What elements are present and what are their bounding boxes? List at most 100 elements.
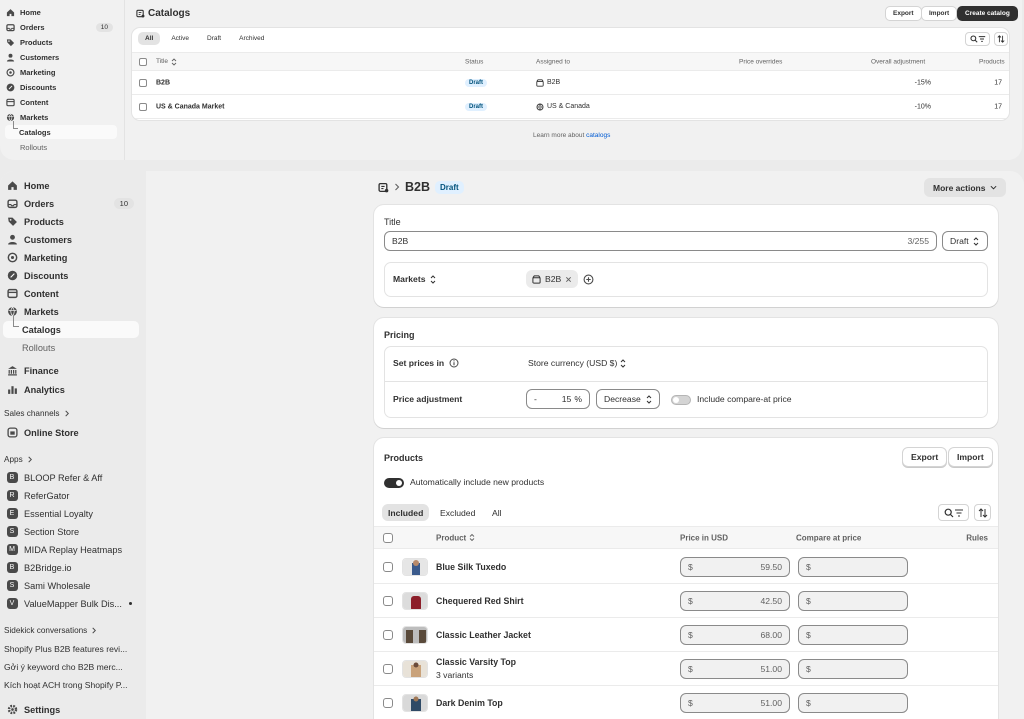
sidebar-app-refergator[interactable]: R ReferGator bbox=[3, 487, 139, 504]
sidekick-conversation[interactable]: Shopify Plus B2B features revi... bbox=[4, 644, 140, 654]
more-actions-button[interactable]: More actions bbox=[924, 178, 1007, 197]
title-input[interactable]: B2B 3/255 bbox=[384, 231, 937, 251]
compare-at-input[interactable]: $ bbox=[798, 557, 908, 577]
top-nav-customers[interactable]: Customers bbox=[5, 50, 117, 64]
price-input[interactable]: $ 51.00 bbox=[680, 693, 790, 713]
add-circle-icon[interactable] bbox=[583, 274, 594, 285]
sidebar-app-bloop[interactable]: B BLOOP Refer & Aff bbox=[3, 469, 139, 486]
top-nav-markets[interactable]: Markets bbox=[5, 110, 117, 124]
export-button[interactable]: Export bbox=[885, 6, 922, 21]
create-catalog-button[interactable]: Create catalog bbox=[957, 6, 1018, 21]
sidebar-item-markets[interactable]: Markets bbox=[3, 303, 139, 320]
select-all-checkbox[interactable] bbox=[139, 57, 147, 66]
tab-all[interactable]: All bbox=[138, 32, 161, 45]
top-nav-marketing[interactable]: Marketing bbox=[5, 65, 117, 79]
search-filter-button[interactable] bbox=[965, 32, 990, 46]
price-input[interactable]: $ 42.50 bbox=[680, 591, 790, 611]
catalog-icon[interactable] bbox=[378, 182, 389, 193]
row-checkbox[interactable] bbox=[383, 698, 393, 708]
close-icon[interactable] bbox=[565, 276, 572, 283]
table-row[interactable]: Blue Silk Tuxedo $ 59.50 $ bbox=[374, 550, 998, 584]
sidebar-item-discounts[interactable]: Discounts bbox=[3, 267, 139, 284]
sidebar-item-rollouts[interactable]: Rollouts bbox=[3, 339, 139, 356]
compare-at-input[interactable]: $ bbox=[798, 659, 908, 679]
top-nav-rollouts[interactable]: Rollouts bbox=[5, 140, 117, 154]
table-row[interactable]: Classic Varsity Top 3 variants $ 51.00 $ bbox=[374, 652, 998, 686]
import-button[interactable]: Import bbox=[921, 6, 958, 21]
table-row[interactable]: US & Canada Market Draft US & Canada -10… bbox=[132, 95, 1009, 119]
row-checkbox[interactable] bbox=[383, 562, 393, 572]
apps-heading[interactable]: Apps bbox=[4, 455, 33, 464]
adjustment-direction-select[interactable]: Decrease bbox=[596, 389, 660, 409]
product-name[interactable]: Classic Varsity Top bbox=[436, 657, 516, 667]
sidekick-conversation[interactable]: Gởi ý keyword cho B2B merc... bbox=[4, 662, 140, 672]
product-name[interactable]: Classic Leather Jacket bbox=[436, 630, 531, 640]
tab-draft[interactable]: Draft bbox=[200, 32, 228, 45]
sidebar-app-essential-loyalty[interactable]: E Essential Loyalty bbox=[3, 505, 139, 522]
tab-included[interactable]: Included bbox=[382, 504, 430, 521]
products-export-button[interactable]: Export bbox=[902, 447, 948, 467]
sidekick-conversation[interactable]: Kích hoạt ACH trong Shopify P... bbox=[4, 680, 140, 690]
table-row[interactable]: Chequered Red Shirt $ 42.50 $ bbox=[374, 584, 998, 618]
tab-active[interactable]: Active bbox=[164, 32, 196, 45]
top-nav-products[interactable]: Products bbox=[5, 35, 117, 49]
top-nav-home[interactable]: Home bbox=[5, 5, 117, 19]
product-name[interactable]: Chequered Red Shirt bbox=[436, 596, 524, 606]
sidebar-item-analytics[interactable]: Analytics bbox=[3, 381, 139, 398]
sidebar-item-home[interactable]: Home bbox=[3, 177, 139, 194]
product-name[interactable]: Dark Denim Top bbox=[436, 698, 503, 708]
compare-at-input[interactable]: $ bbox=[798, 693, 908, 713]
table-row[interactable]: Dark Denim Top $ 51.00 $ bbox=[374, 686, 998, 719]
sidebar-app-b2bridge[interactable]: B B2Bridge.io bbox=[3, 559, 139, 576]
product-name[interactable]: Blue Silk Tuxedo bbox=[436, 562, 506, 572]
sales-channels-heading[interactable]: Sales channels bbox=[4, 409, 70, 418]
status-select[interactable]: Draft bbox=[942, 231, 988, 251]
row-checkbox[interactable] bbox=[383, 596, 393, 606]
sidebar-app-sami-wholesale[interactable]: S Sami Wholesale bbox=[3, 577, 139, 594]
row-checkbox[interactable] bbox=[139, 102, 147, 111]
sidebar-item-orders[interactable]: Orders 10 bbox=[3, 195, 139, 212]
sidekick-heading[interactable]: Sidekick conversations bbox=[4, 626, 97, 635]
products-sort-button[interactable] bbox=[974, 504, 991, 521]
catalog-title[interactable]: US & Canada Market bbox=[156, 103, 224, 110]
tab-all[interactable]: All bbox=[486, 504, 508, 521]
col-title[interactable]: Title bbox=[156, 57, 177, 66]
catalogs-learn-link[interactable]: catalogs bbox=[586, 132, 610, 139]
products-import-button[interactable]: Import bbox=[948, 447, 993, 467]
row-checkbox[interactable] bbox=[383, 630, 393, 640]
compare-at-toggle[interactable] bbox=[671, 395, 691, 405]
info-icon[interactable] bbox=[449, 358, 459, 368]
top-nav-orders[interactable]: Orders 10 bbox=[5, 20, 117, 34]
sidebar-item-products[interactable]: Products bbox=[3, 213, 139, 230]
compare-at-input[interactable]: $ bbox=[798, 625, 908, 645]
sidebar-item-catalogs[interactable]: Catalogs bbox=[3, 316, 139, 338]
price-input[interactable]: $ 59.50 bbox=[680, 557, 790, 577]
price-input[interactable]: $ 68.00 bbox=[680, 625, 790, 645]
col-product[interactable]: Product bbox=[436, 533, 475, 542]
sidebar-app-mida[interactable]: M MIDA Replay Heatmaps bbox=[3, 541, 139, 558]
tab-excluded[interactable]: Excluded bbox=[434, 504, 481, 521]
table-row[interactable]: Classic Leather Jacket $ 68.00 $ bbox=[374, 618, 998, 652]
sidebar-app-valuemapper[interactable]: V ValueMapper Bulk Dis... bbox=[3, 595, 139, 612]
sidebar-item-online-store[interactable]: Online Store bbox=[3, 424, 139, 441]
price-input[interactable]: $ 51.00 bbox=[680, 659, 790, 679]
compare-at-input[interactable]: $ bbox=[798, 591, 908, 611]
select-all-products-checkbox[interactable] bbox=[383, 533, 393, 543]
sidebar-item-customers[interactable]: Customers bbox=[3, 231, 139, 248]
currency-selector[interactable]: Store currency (USD $) bbox=[528, 358, 626, 368]
top-nav-discounts[interactable]: Discounts bbox=[5, 80, 117, 94]
markets-selector[interactable]: Markets bbox=[393, 274, 436, 284]
sidebar-item-content[interactable]: Content bbox=[3, 285, 139, 302]
auto-include-toggle[interactable] bbox=[384, 478, 404, 488]
sort-button[interactable] bbox=[994, 32, 1008, 46]
sidebar-item-finance[interactable]: Finance bbox=[3, 362, 139, 379]
sidebar-item-marketing[interactable]: Marketing bbox=[3, 249, 139, 266]
top-nav-catalogs[interactable]: Catalogs bbox=[5, 121, 117, 139]
tab-archived[interactable]: Archived bbox=[232, 32, 271, 45]
table-row[interactable]: B2B Draft B2B -15% 17 bbox=[132, 71, 1009, 95]
percent-adjustment-input[interactable]: - 15 % bbox=[526, 389, 590, 409]
row-checkbox[interactable] bbox=[139, 78, 147, 87]
sidebar-app-section-store[interactable]: S Section Store bbox=[3, 523, 139, 540]
products-search-filter-button[interactable] bbox=[938, 504, 969, 521]
top-nav-content[interactable]: Content bbox=[5, 95, 117, 109]
